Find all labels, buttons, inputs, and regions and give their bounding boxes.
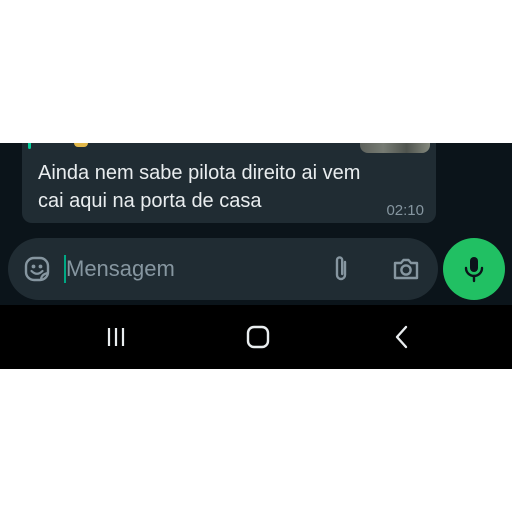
screen: Ainda nem sabe pilota direito ai vem cai… xyxy=(0,0,512,512)
mic-icon xyxy=(464,257,484,283)
system-navigation-bar xyxy=(0,305,512,369)
message-text: Ainda nem sabe pilota direito ai vem cai… xyxy=(38,159,408,215)
message-input[interactable] xyxy=(66,253,306,285)
quote-emoji xyxy=(74,143,88,147)
message-text-line-1: Ainda nem sabe pilota direito ai vem xyxy=(38,162,361,184)
message-timestamp: 02:10 xyxy=(386,202,424,219)
home-button[interactable] xyxy=(238,321,278,353)
sticker-icon[interactable] xyxy=(20,252,54,286)
back-icon xyxy=(395,325,408,349)
incoming-message-bubble[interactable]: Ainda nem sabe pilota direito ai vem cai… xyxy=(22,143,436,223)
camera-icon[interactable] xyxy=(389,252,423,286)
quote-bar xyxy=(28,143,31,149)
recent-apps-icon xyxy=(107,328,125,346)
attach-icon[interactable] xyxy=(324,252,358,286)
voice-message-button[interactable] xyxy=(443,238,505,300)
chat-area: Ainda nem sabe pilota direito ai vem cai… xyxy=(0,143,512,305)
message-composer xyxy=(8,238,438,300)
message-text-line-2: cai aqui na porta de casa xyxy=(38,190,262,212)
home-icon xyxy=(246,325,270,349)
recent-apps-button[interactable] xyxy=(96,321,136,353)
back-button[interactable] xyxy=(382,321,422,353)
media-thumbnail[interactable] xyxy=(360,143,430,153)
